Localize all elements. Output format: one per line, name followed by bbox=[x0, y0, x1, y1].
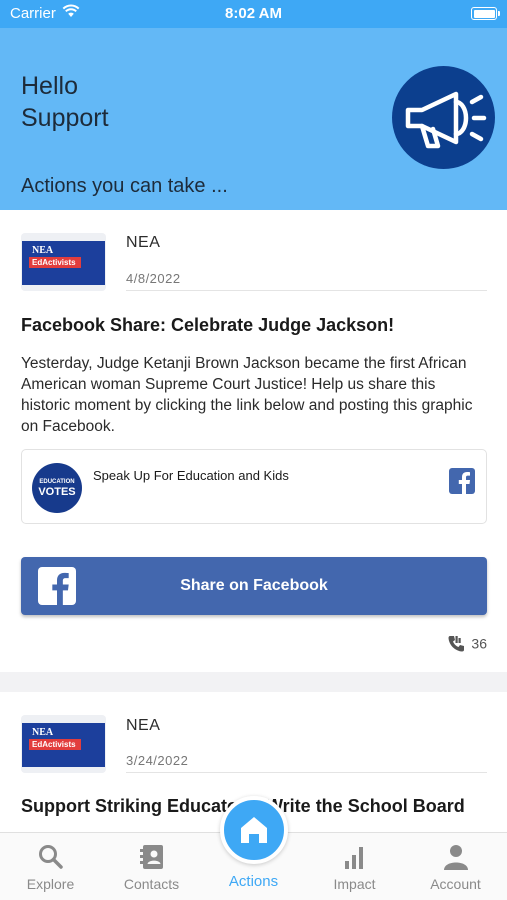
facebook-icon bbox=[449, 468, 475, 494]
org-name: NEA bbox=[126, 234, 161, 251]
org-logo: NEA EdActivists bbox=[21, 233, 106, 291]
divider bbox=[126, 772, 487, 773]
education-votes-logo: EDUCATION VOTES bbox=[32, 463, 82, 513]
org-logo: NEA EdActivists bbox=[21, 715, 106, 773]
greeting: Hello Support bbox=[21, 70, 109, 134]
home-icon bbox=[241, 817, 267, 843]
share-on-facebook-button[interactable]: Share on Facebook bbox=[21, 557, 487, 615]
post-date: 3/24/2022 bbox=[126, 753, 189, 768]
greeting-line-2: Support bbox=[21, 104, 109, 132]
status-bar: Carrier 8:02 AM bbox=[0, 0, 507, 28]
tab-label: Account bbox=[430, 876, 481, 892]
link-title: Speak Up For Education and Kids bbox=[93, 468, 289, 483]
home-button[interactable] bbox=[220, 796, 288, 864]
link-preview-card[interactable]: EDUCATION VOTES Speak Up For Education a… bbox=[21, 449, 487, 524]
person-icon bbox=[405, 843, 506, 871]
divider bbox=[126, 290, 487, 291]
search-icon bbox=[0, 843, 101, 871]
logo-line-2: VOTES bbox=[38, 486, 76, 498]
tab-label: Explore bbox=[26, 876, 75, 892]
logo-nea-text: NEA bbox=[32, 245, 54, 256]
clock: 8:02 AM bbox=[225, 5, 282, 22]
megaphone-icon bbox=[392, 66, 495, 169]
section-title: Actions you can take ... bbox=[21, 175, 228, 197]
tab-contacts[interactable]: Contacts bbox=[101, 833, 202, 900]
action-count-value: 36 bbox=[471, 635, 487, 652]
tab-label: Actions bbox=[228, 873, 279, 890]
post-title[interactable]: Facebook Share: Celebrate Judge Jackson! bbox=[21, 315, 487, 336]
post-body: Yesterday, Judge Ketanji Brown Jackson b… bbox=[21, 355, 473, 435]
battery-icon bbox=[471, 7, 500, 20]
org-name: NEA bbox=[126, 717, 161, 734]
logo-nea-text: NEA bbox=[32, 727, 54, 738]
logo-tag-text: EdActivists bbox=[29, 257, 81, 268]
action-card[interactable]: NEA EdActivists NEA 4/8/2022 Facebook Sh… bbox=[0, 210, 507, 672]
tab-account[interactable]: Account bbox=[405, 833, 506, 900]
action-count: 36 bbox=[448, 635, 487, 655]
action-feed[interactable]: NEA EdActivists NEA 4/8/2022 Facebook Sh… bbox=[0, 210, 507, 832]
tab-explore[interactable]: Explore bbox=[0, 833, 101, 900]
tab-label: Contacts bbox=[123, 876, 180, 892]
contacts-icon bbox=[101, 843, 202, 871]
header: Hello Support Actions you can take ... bbox=[0, 28, 507, 210]
tab-label: Impact bbox=[333, 876, 376, 892]
logo-tag-text: EdActivists bbox=[29, 739, 81, 750]
bar-chart-icon bbox=[304, 843, 405, 871]
share-button-label: Share on Facebook bbox=[180, 577, 328, 594]
greeting-line-1: Hello bbox=[21, 72, 78, 100]
phone-calls-icon bbox=[448, 635, 465, 655]
logo-line-1: EDUCATION bbox=[39, 479, 75, 485]
post-date: 4/8/2022 bbox=[126, 271, 181, 286]
tab-impact[interactable]: Impact bbox=[304, 833, 405, 900]
